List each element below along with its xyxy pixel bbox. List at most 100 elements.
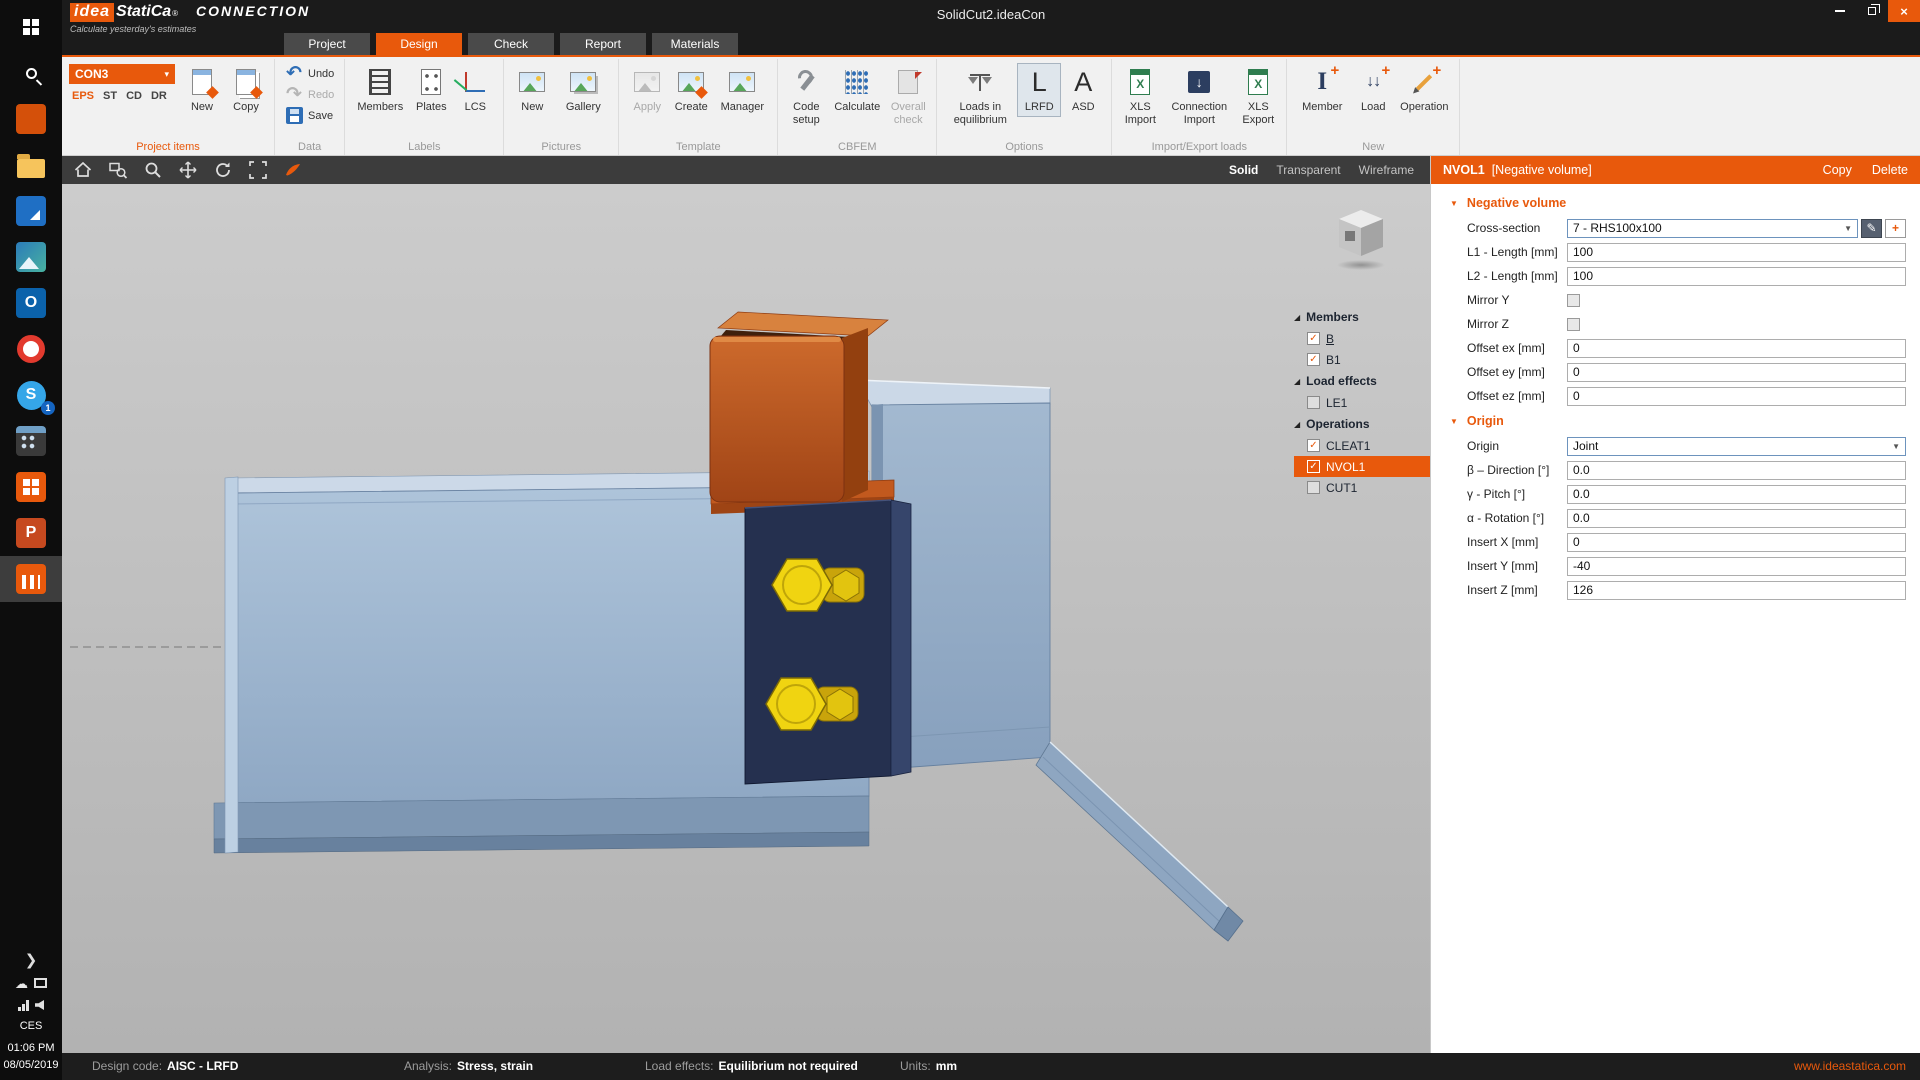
asd-button[interactable]: A ASD — [1062, 64, 1104, 116]
start-button[interactable] — [0, 4, 62, 50]
maximize-button[interactable] — [1856, 0, 1888, 22]
pan-button[interactable] — [177, 159, 199, 181]
minimize-button[interactable] — [1824, 0, 1856, 22]
edit-cross-section-button[interactable]: ✎ — [1861, 218, 1882, 238]
picture-new-button[interactable]: New — [511, 64, 553, 116]
taskbar-app-photos[interactable] — [0, 234, 62, 280]
section-title-origin[interactable]: ▼ Origin — [1450, 408, 1906, 434]
expander-icon[interactable]: ◢ — [1294, 377, 1300, 386]
taskbar-app-idea-tools[interactable] — [0, 464, 62, 510]
cleat-plate-cleat1[interactable] — [744, 499, 912, 785]
tree-item-cut1[interactable]: CUT1 — [1294, 477, 1430, 498]
taskbar-app-file-explorer[interactable] — [0, 142, 62, 188]
tree-item-label[interactable]: B — [1326, 332, 1334, 346]
offset-ey-input[interactable] — [1567, 362, 1906, 382]
mode-eps-button[interactable]: EPS — [69, 88, 97, 104]
member-b1[interactable] — [856, 379, 1244, 942]
project-item-combo[interactable]: CON3 ▾ — [69, 64, 175, 84]
tree-item-label[interactable]: LE1 — [1326, 396, 1347, 410]
l2-length-input[interactable] — [1567, 266, 1906, 286]
delete-operation-button[interactable]: Delete — [1872, 163, 1908, 177]
mode-cd-button[interactable]: CD — [123, 88, 145, 104]
taskbar-app-opera[interactable] — [0, 326, 62, 372]
calculate-button[interactable]: Calculate — [829, 64, 885, 116]
undo-button[interactable]: Undo — [282, 64, 337, 83]
new-load-button[interactable]: Load — [1352, 64, 1394, 116]
new-project-item-button[interactable]: New — [181, 64, 223, 116]
checkbox-cut1[interactable] — [1307, 481, 1320, 494]
insert-z-input[interactable] — [1567, 580, 1906, 600]
taskbar-app-outlook[interactable]: O — [0, 280, 62, 326]
close-button[interactable]: × — [1888, 0, 1920, 22]
zoom-window-button[interactable] — [107, 159, 129, 181]
mode-dr-button[interactable]: DR — [148, 88, 170, 104]
tab-materials[interactable]: Materials — [652, 33, 738, 55]
hidden-icons-chevron[interactable]: ❯ — [25, 953, 38, 968]
origin-select[interactable]: Joint ▼ — [1567, 436, 1906, 456]
tab-project[interactable]: Project — [284, 33, 370, 55]
mode-solid[interactable]: Solid — [1229, 163, 1258, 177]
tree-item-label[interactable]: NVOL1 — [1326, 460, 1365, 474]
expander-icon[interactable]: ◢ — [1294, 313, 1300, 322]
tree-item-b1[interactable]: B1 — [1294, 349, 1430, 370]
checkbox-le1[interactable] — [1307, 396, 1320, 409]
mode-transparent[interactable]: Transparent — [1276, 163, 1340, 177]
taskbar-app-store[interactable] — [0, 188, 62, 234]
labels-plates-button[interactable]: Plates — [410, 64, 452, 116]
mode-st-button[interactable]: ST — [100, 88, 120, 104]
xls-export-button[interactable]: XLS Export — [1237, 64, 1279, 128]
offset-ex-input[interactable] — [1567, 338, 1906, 358]
offset-ez-input[interactable] — [1567, 386, 1906, 406]
cross-section-select[interactable]: 7 - RHS100x100 ▼ — [1567, 218, 1858, 238]
mode-wireframe[interactable]: Wireframe — [1359, 163, 1414, 177]
3d-scene[interactable]: ◢ Members B B1 ◢ Load — [62, 184, 1430, 1053]
connection-import-button[interactable]: Connection Import — [1163, 64, 1235, 128]
picture-gallery-button[interactable]: Gallery — [555, 64, 611, 116]
xls-import-button[interactable]: XLS Import — [1119, 64, 1161, 128]
expander-icon[interactable]: ◢ — [1294, 420, 1300, 429]
keyboard-language-indicator[interactable]: CES — [20, 1020, 43, 1032]
tab-report[interactable]: Report — [560, 33, 646, 55]
tree-item-le1[interactable]: LE1 — [1294, 392, 1430, 413]
code-setup-button[interactable]: Code setup — [785, 64, 827, 128]
l1-length-input[interactable] — [1567, 242, 1906, 262]
section-title-negative-volume[interactable]: ▼ Negative volume — [1450, 190, 1906, 216]
taskbar-search-button[interactable] — [0, 50, 62, 96]
gamma-pitch-input[interactable] — [1567, 484, 1906, 504]
copy-operation-button[interactable]: Copy — [1823, 163, 1852, 177]
taskbar-app-powerpoint[interactable]: P — [0, 510, 62, 556]
labels-members-button[interactable]: Members — [352, 64, 408, 116]
new-operation-button[interactable]: Operation — [1396, 64, 1452, 116]
copy-project-item-button[interactable]: Copy — [225, 64, 267, 116]
insert-x-input[interactable] — [1567, 532, 1906, 552]
checkbox-nvol1[interactable] — [1307, 460, 1320, 473]
website-link[interactable]: www.ideastatica.com — [1794, 1059, 1906, 1073]
paint-results-button[interactable] — [282, 159, 304, 181]
checkbox-b1[interactable] — [1307, 353, 1320, 366]
zoom-button[interactable] — [142, 159, 164, 181]
loads-in-equilibrium-button[interactable]: Loads in equilibrium — [944, 64, 1016, 128]
rotate-view-button[interactable] — [212, 159, 234, 181]
tree-item-label[interactable]: B1 — [1326, 353, 1341, 367]
negative-volume-nvol1[interactable] — [709, 311, 895, 514]
tree-item-cleat1[interactable]: CLEAT1 — [1294, 435, 1430, 456]
tree-item-label[interactable]: CLEAT1 — [1326, 439, 1370, 453]
mirror-y-checkbox[interactable] — [1567, 293, 1580, 307]
new-member-button[interactable]: Member — [1294, 64, 1350, 116]
tree-item-b[interactable]: B — [1294, 328, 1430, 349]
lrfd-button[interactable]: L LRFD — [1017, 63, 1062, 117]
beta-direction-input[interactable] — [1567, 460, 1906, 480]
onedrive-icon[interactable]: ☁ — [15, 977, 28, 990]
display-icon[interactable] — [34, 978, 47, 988]
checkbox-b[interactable] — [1307, 332, 1320, 345]
tree-item-label[interactable]: CUT1 — [1326, 481, 1357, 495]
checkbox-cleat1[interactable] — [1307, 439, 1320, 452]
tab-check[interactable]: Check — [468, 33, 554, 55]
add-cross-section-button[interactable]: + — [1885, 218, 1906, 238]
template-create-button[interactable]: Create — [670, 64, 712, 116]
volume-icon[interactable] — [35, 1000, 44, 1010]
mirror-z-checkbox[interactable] — [1567, 317, 1580, 331]
view-cube[interactable] — [1335, 210, 1387, 270]
network-icon[interactable] — [18, 999, 29, 1011]
template-manager-button[interactable]: Manager — [714, 64, 770, 116]
